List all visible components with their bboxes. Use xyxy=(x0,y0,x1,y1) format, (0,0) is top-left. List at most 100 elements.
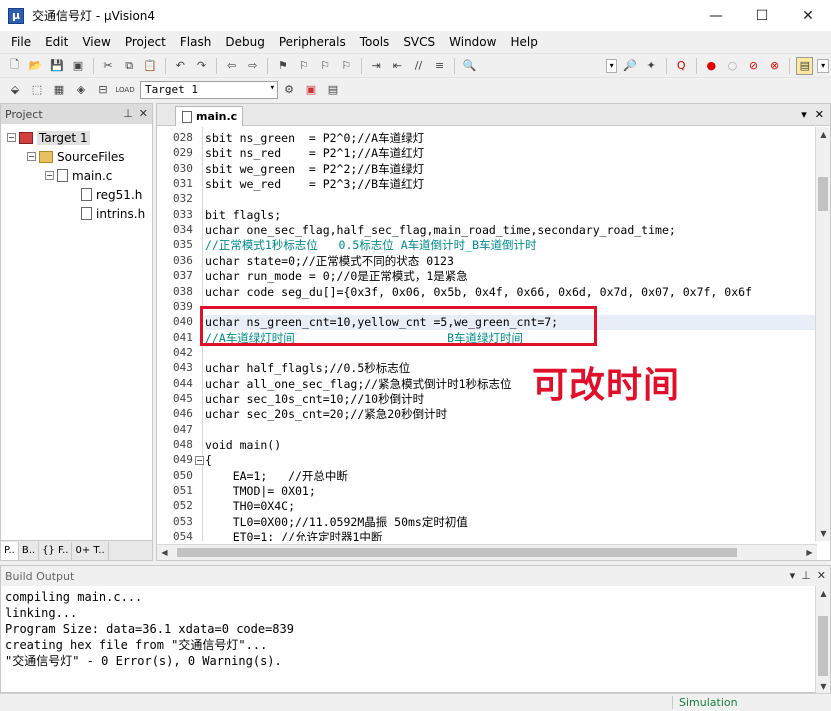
code-line[interactable]: uchar all_one_sec_flag;//紧急模式倒计时1秒标志位 xyxy=(205,377,512,392)
copy-icon[interactable]: ⧉ xyxy=(121,57,138,75)
breakpoint-insert-icon[interactable]: ● xyxy=(703,57,720,75)
save-icon[interactable]: 💾 xyxy=(48,57,65,75)
find-icon[interactable]: 🔎 xyxy=(621,57,638,75)
breakpoint-disable-all-icon[interactable]: ⊘ xyxy=(745,57,762,75)
find-dropdown[interactable]: ▾ xyxy=(605,58,618,73)
menu-project[interactable]: Project xyxy=(118,35,173,49)
bookmark-next-icon[interactable]: ⚐ xyxy=(316,57,333,75)
undo-icon[interactable]: ↶ xyxy=(172,57,189,75)
tab-project[interactable]: P.. xyxy=(1,541,19,560)
select-packs-icon[interactable]: ▤ xyxy=(324,81,342,99)
tab-templates[interactable]: 0+ T.. xyxy=(72,541,109,560)
tree-item-intrins[interactable]: intrins.h xyxy=(1,204,152,223)
vertical-scrollbar[interactable]: ▲ ▼ xyxy=(815,127,830,541)
fold-icon[interactable]: − xyxy=(195,456,204,465)
indent-icon[interactable]: ⇥ xyxy=(368,57,385,75)
code-line[interactable]: TMOD|= 0X01; xyxy=(205,484,316,499)
unindent-icon[interactable]: ⇤ xyxy=(389,57,406,75)
close-icon[interactable]: ✕ xyxy=(817,569,826,582)
scroll-thumb[interactable] xyxy=(818,616,828,676)
scroll-left-icon[interactable]: ◀ xyxy=(157,545,172,560)
code-line[interactable]: uchar one_sec_flag,half_sec_flag,main_ro… xyxy=(205,223,676,238)
cut-icon[interactable]: ✂ xyxy=(99,57,116,75)
window-layout-dropdown[interactable]: ▾ xyxy=(817,58,829,73)
menu-window[interactable]: Window xyxy=(442,35,503,49)
code-line[interactable]: sbit we_green = P2^2;//B车道绿灯 xyxy=(205,162,424,177)
scroll-up-icon[interactable]: ▲ xyxy=(816,586,831,601)
vertical-scrollbar[interactable]: ▲ ▼ xyxy=(815,586,830,694)
maximize-button[interactable]: ☐ xyxy=(739,0,785,31)
uncomment-icon[interactable]: ≡ xyxy=(431,57,448,75)
pin-icon[interactable]: ⊥ xyxy=(123,107,133,120)
scroll-down-icon[interactable]: ▼ xyxy=(816,679,831,694)
menu-peripherals[interactable]: Peripherals xyxy=(272,35,353,49)
menu-edit[interactable]: Edit xyxy=(38,35,75,49)
bookmark-prev-icon[interactable]: ⚐ xyxy=(295,57,312,75)
tree-item-main-c[interactable]: − main.c xyxy=(1,166,152,185)
batch-build-icon[interactable]: ◈ xyxy=(72,81,90,99)
translate-icon[interactable]: ⬙ xyxy=(6,81,24,99)
paste-icon[interactable]: 📋 xyxy=(142,57,159,75)
tree-item-reg51[interactable]: reg51.h xyxy=(1,185,152,204)
horizontal-scrollbar[interactable]: ◀ ▶ xyxy=(157,544,817,560)
code-line[interactable]: sbit ns_red = P2^1;//A车道红灯 xyxy=(205,146,424,161)
menu-help[interactable]: Help xyxy=(503,35,544,49)
menu-file[interactable]: File xyxy=(4,35,38,49)
stop-build-icon[interactable]: ⊟ xyxy=(94,81,112,99)
save-all-icon[interactable]: ▣ xyxy=(69,57,86,75)
code-line[interactable]: TL0=0X00;//11.0592M晶振 50ms定时初值 xyxy=(205,515,468,530)
scroll-thumb[interactable] xyxy=(177,548,737,557)
menu-view[interactable]: View xyxy=(75,35,117,49)
menu-svcs[interactable]: SVCS xyxy=(396,35,442,49)
code-line[interactable]: uchar sec_10s_cnt=10;//10秒倒计时 xyxy=(205,392,424,407)
code-line[interactable]: uchar run_mode = 0;//0是正常模式，1是紧急 xyxy=(205,269,468,284)
code-line[interactable]: //正常模式1秒标志位 0.5标志位 A车道倒计时_B车道倒计时 xyxy=(205,238,537,253)
menu-flash[interactable]: Flash xyxy=(173,35,218,49)
scroll-thumb[interactable] xyxy=(818,177,828,211)
breakpoint-kill-all-icon[interactable]: ⊗ xyxy=(766,57,783,75)
tab-list-icon[interactable]: ▾ xyxy=(801,108,807,121)
close-icon[interactable]: ✕ xyxy=(139,107,148,120)
code-line[interactable]: uchar state=0;//正常模式不同的状态 0123 xyxy=(205,254,454,269)
open-folder-icon[interactable]: 📂 xyxy=(27,57,44,75)
window-layout-icon[interactable]: ▤ xyxy=(796,56,814,75)
bookmark-clear-icon[interactable]: ⚐ xyxy=(338,57,355,75)
code-line[interactable]: void main() xyxy=(205,438,281,453)
new-file-icon[interactable]: 🗋 xyxy=(6,57,23,75)
target-select[interactable]: Target 1 ▾ xyxy=(140,80,278,99)
tab-functions[interactable]: {} F.. xyxy=(39,541,73,560)
tab-main-c[interactable]: main.c xyxy=(175,106,243,126)
pin-icon[interactable]: ⊥ xyxy=(801,569,811,582)
breakpoint-disable-icon[interactable]: ○ xyxy=(724,57,741,75)
tab-books[interactable]: B.. xyxy=(19,541,40,560)
close-icon[interactable]: ✕ xyxy=(815,108,824,121)
rebuild-icon[interactable]: ▦ xyxy=(50,81,68,99)
code-line[interactable]: uchar sec_20s_cnt=20;//紧急20秒倒计时 xyxy=(205,407,447,422)
minimize-button[interactable]: — xyxy=(693,0,739,31)
incremental-find-icon[interactable]: ✦ xyxy=(643,57,660,75)
debug-session-icon[interactable]: Q xyxy=(673,57,690,75)
comment-icon[interactable]: // xyxy=(410,57,427,75)
code-line[interactable]: uchar half_flagls;//0.5秒标志位 xyxy=(205,361,410,376)
code-line[interactable]: sbit we_red = P2^3;//B车道红灯 xyxy=(205,177,424,192)
scroll-right-icon[interactable]: ▶ xyxy=(802,545,817,560)
build-icon[interactable]: ⬚ xyxy=(28,81,46,99)
menu-debug[interactable]: Debug xyxy=(218,35,271,49)
code-line[interactable]: { xyxy=(205,453,212,468)
nav-forward-icon[interactable]: ⇨ xyxy=(244,57,261,75)
manage-components-icon[interactable]: ▣ xyxy=(302,81,320,99)
target-options-icon[interactable]: ⚙ xyxy=(280,81,298,99)
tree-item-target[interactable]: − Target 1 xyxy=(1,128,152,147)
code-line[interactable]: sbit ns_green = P2^0;//A车道绿灯 xyxy=(205,131,424,146)
download-icon[interactable]: LOAD xyxy=(115,81,134,99)
tree-item-sourcefiles[interactable]: − SourceFiles xyxy=(1,147,152,166)
redo-icon[interactable]: ↷ xyxy=(193,57,210,75)
code-line[interactable]: ET0=1; //允许定时器1中断 xyxy=(205,530,383,541)
scroll-up-icon[interactable]: ▲ xyxy=(816,127,831,142)
dropdown-icon[interactable]: ▾ xyxy=(790,569,796,582)
find-in-files-icon[interactable]: 🔍 xyxy=(461,57,478,75)
collapse-icon[interactable]: − xyxy=(45,171,54,180)
nav-back-icon[interactable]: ⇦ xyxy=(223,57,240,75)
scroll-down-icon[interactable]: ▼ xyxy=(816,526,831,541)
code-line[interactable]: EA=1; //开总中断 xyxy=(205,469,348,484)
